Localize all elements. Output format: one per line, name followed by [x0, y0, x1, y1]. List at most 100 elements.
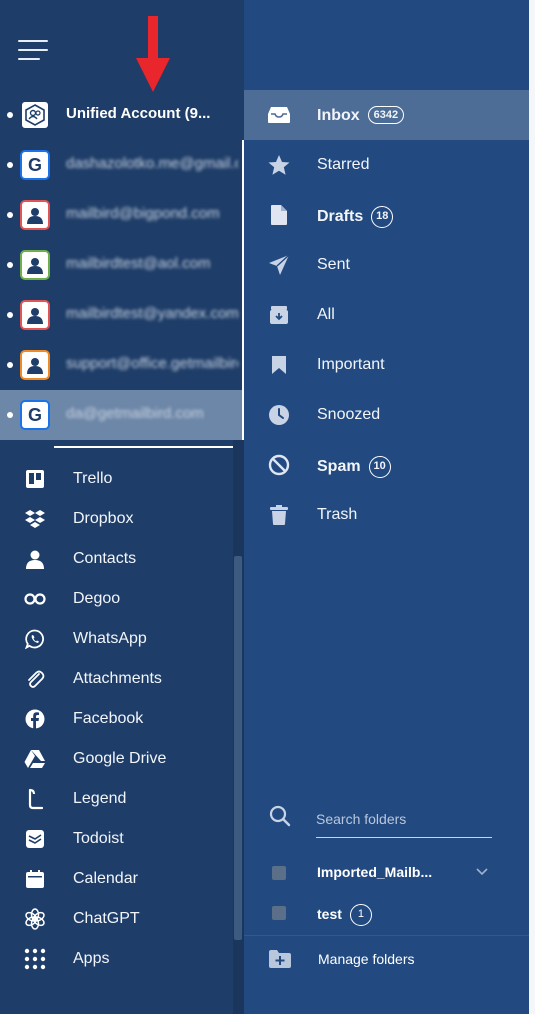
- app-label: Trello: [73, 470, 113, 487]
- whatsapp-icon: [24, 628, 46, 650]
- app-label: Calendar: [73, 870, 138, 887]
- account-name: mailbirdtest@yandex.com: [66, 305, 238, 322]
- app-label: Apps: [73, 950, 110, 967]
- folder-label: Starred: [317, 156, 370, 173]
- app-label: ChatGPT: [73, 910, 140, 927]
- app-item-contacts[interactable]: Contacts: [0, 539, 232, 579]
- account-status-dot: [7, 312, 13, 318]
- folder-label: Sent: [317, 256, 350, 273]
- account-item[interactable]: mailbirdtest@yandex.com: [0, 290, 244, 340]
- subfolder-label: test 1: [317, 904, 372, 926]
- degoo-icon: [24, 588, 46, 610]
- window-edge: [529, 0, 535, 1014]
- folder-label: Trash: [317, 506, 358, 523]
- calendar-icon: [24, 868, 46, 890]
- folder-label: Spam 10: [317, 456, 391, 478]
- app-label: Contacts: [73, 550, 137, 567]
- app-item-legend[interactable]: Legend: [0, 779, 232, 819]
- paperclip-icon: [24, 668, 46, 690]
- google-icon: G: [20, 400, 50, 430]
- app-item-whatsapp[interactable]: WhatsApp: [0, 619, 232, 659]
- svg-text:G: G: [28, 405, 42, 425]
- folder-all[interactable]: All: [244, 290, 529, 340]
- app-item-attachments[interactable]: Attachments: [0, 659, 232, 699]
- unified-account-icon: [20, 100, 50, 130]
- app-label: Google Drive: [73, 750, 167, 767]
- person-icon: [20, 350, 50, 380]
- folder-label: All: [317, 306, 335, 323]
- trash-icon: [268, 504, 290, 526]
- app-label: Legend: [73, 790, 127, 807]
- subfolder-test[interactable]: test 1: [244, 895, 529, 931]
- unread-count-badge: 10: [368, 456, 391, 478]
- unread-count-badge: 18: [371, 206, 394, 228]
- folder-color-swatch: [272, 906, 286, 920]
- folder-snoozed[interactable]: Snoozed: [244, 390, 529, 440]
- folder-label: Snoozed: [317, 406, 381, 423]
- app-label: Todoist: [73, 830, 124, 847]
- app-item-calendar[interactable]: Calendar: [0, 859, 232, 899]
- app-label: Attachments: [73, 670, 162, 687]
- trello-icon: [24, 468, 46, 490]
- search-icon: [269, 805, 291, 827]
- folder-sent[interactable]: Sent: [244, 240, 529, 290]
- account-item[interactable]: Unified Account (9...: [0, 90, 244, 140]
- account-item[interactable]: Gda@getmailbird.com: [0, 390, 244, 440]
- app-item-degoo[interactable]: Degoo: [0, 579, 232, 619]
- unread-count-badge: 1: [349, 904, 372, 926]
- account-name: Unified Account (9...: [66, 105, 211, 122]
- spam-icon: [268, 454, 290, 476]
- account-status-dot: [7, 212, 13, 218]
- app-label: WhatsApp: [73, 630, 147, 647]
- account-status-dot: [7, 412, 13, 418]
- folder-drafts[interactable]: Drafts 18: [244, 190, 529, 240]
- folder-starred[interactable]: Starred: [244, 140, 529, 190]
- chevron-down-icon[interactable]: [474, 864, 490, 880]
- folder-trash[interactable]: Trash: [244, 490, 529, 540]
- account-name: da@getmailbird.com: [66, 405, 204, 422]
- app-label: Facebook: [73, 710, 144, 727]
- account-name: support@office.getmailbird.com: [66, 355, 238, 372]
- unread-count-badge: 6342: [367, 106, 405, 124]
- person-icon: [20, 250, 50, 280]
- folder-add-icon: [269, 950, 291, 968]
- legend-icon: [24, 788, 46, 810]
- account-popup-frame-bottom: [54, 446, 244, 448]
- search-folders-input[interactable]: [316, 806, 492, 838]
- app-item-facebook[interactable]: Facebook: [0, 699, 232, 739]
- sidebar-scrollbar-thumb[interactable]: [234, 556, 242, 940]
- app-item-google-drive[interactable]: Google Drive: [0, 739, 232, 779]
- sent-icon: [268, 254, 290, 276]
- account-status-dot: [7, 162, 13, 168]
- account-item[interactable]: Gdashazolotko.me@gmail.com: [0, 140, 244, 190]
- account-name: mailbird@bigpond.com: [66, 205, 220, 222]
- folder-label: Inbox 6342: [317, 106, 405, 125]
- draft-icon: [268, 204, 290, 226]
- app-label: Degoo: [73, 590, 121, 607]
- app-item-trello[interactable]: Trello: [0, 459, 232, 499]
- menu-icon[interactable]: [18, 38, 48, 62]
- google-drive-icon: [24, 748, 46, 770]
- account-item[interactable]: mailbirdtest@aol.com: [0, 240, 244, 290]
- account-item[interactable]: support@office.getmailbird.com: [0, 340, 244, 390]
- manage-folders-button[interactable]: Manage folders: [244, 940, 529, 980]
- star-icon: [268, 154, 290, 176]
- clock-icon: [268, 404, 290, 426]
- folder-important[interactable]: Important: [244, 340, 529, 390]
- google-icon: G: [20, 150, 50, 180]
- account-name: mailbirdtest@aol.com: [66, 255, 211, 272]
- divider: [244, 935, 529, 936]
- account-name: dashazolotko.me@gmail.com: [66, 155, 238, 172]
- app-item-dropbox[interactable]: Dropbox: [0, 499, 232, 539]
- app-item-todoist[interactable]: Todoist: [0, 819, 232, 859]
- subfolder-label: Imported_Mailb...: [317, 864, 433, 880]
- app-item-apps[interactable]: Apps: [0, 939, 232, 979]
- person-icon: [20, 200, 50, 230]
- account-status-dot: [7, 262, 13, 268]
- app-item-chatgpt[interactable]: ChatGPT: [0, 899, 232, 939]
- folder-inbox[interactable]: Inbox 6342: [244, 90, 529, 140]
- facebook-icon: [24, 708, 46, 730]
- account-item[interactable]: mailbird@bigpond.com: [0, 190, 244, 240]
- folder-panel: Inbox 6342 Starred Drafts 18 Sent All Important…: [244, 0, 529, 1014]
- folder-spam[interactable]: Spam 10: [244, 440, 529, 490]
